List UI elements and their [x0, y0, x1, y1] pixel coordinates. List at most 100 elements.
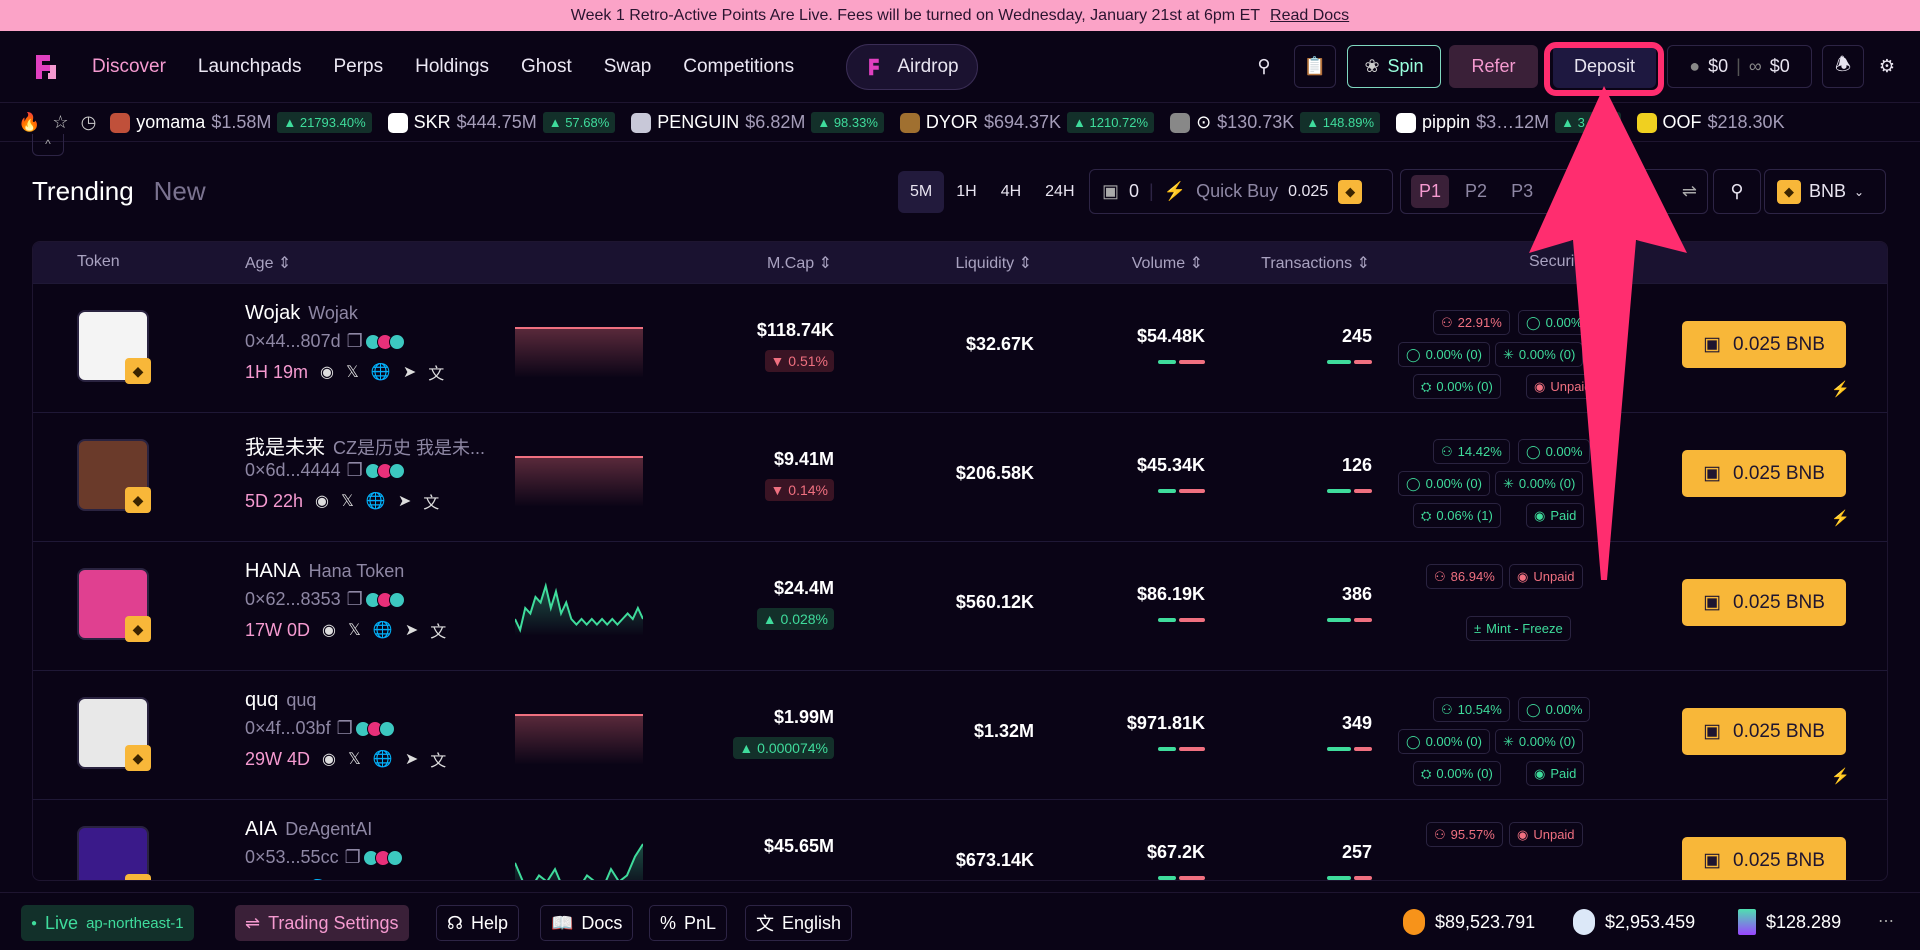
- timeframe-24h[interactable]: 24H: [1033, 171, 1086, 213]
- live-status[interactable]: ● Live ap-northeast-1: [21, 905, 194, 941]
- security-badge-mint[interactable]: ± Mint - Freeze: [1466, 616, 1571, 641]
- security-badge-dex[interactable]: ◉ Unpaid: [1509, 564, 1583, 589]
- trading-settings-button[interactable]: ⇌ Trading Settings: [235, 905, 409, 941]
- search-token-icon[interactable]: ◉: [322, 620, 336, 640]
- balance-display[interactable]: ● $0 | ∞ $0: [1667, 45, 1812, 88]
- pnl-button[interactable]: % PnL: [649, 905, 728, 941]
- ticker-item[interactable]: pippin $3…12M ▲ 3.06%: [1396, 112, 1621, 133]
- translate-icon[interactable]: 文: [365, 876, 381, 880]
- security-badge-chef[interactable]: ◯ 0.00%: [1518, 310, 1591, 335]
- token-name[interactable]: quq quq: [245, 689, 316, 712]
- globe-icon[interactable]: 🌐: [371, 362, 391, 382]
- quick-buy-amount[interactable]: 0.025: [1288, 183, 1328, 201]
- col-volume[interactable]: Volume ⇕: [1132, 253, 1203, 273]
- x-icon[interactable]: 𝕏: [348, 749, 361, 769]
- telegram-icon[interactable]: ➤: [405, 620, 418, 640]
- globe-icon[interactable]: 🌐: [366, 491, 386, 511]
- ticker-item[interactable]: DYOR $694.37K ▲ 1210.72%: [899, 112, 1155, 133]
- security-badge-dex[interactable]: ◉ Paid: [1526, 761, 1585, 786]
- table-row[interactable]: ◆ Wojak Wojak 0×44...807d ❐ 1H 19m ◉ 𝕏 🌐 ➤ 文 $1…: [33, 283, 1887, 412]
- security-badge-insider[interactable]: ⛭ 0.00% (0): [1413, 374, 1501, 399]
- security-badge-top[interactable]: ⚇ 10.54%: [1433, 697, 1510, 722]
- telegram-icon[interactable]: ➤: [403, 362, 416, 382]
- timeframe-1h[interactable]: 1H: [944, 171, 988, 213]
- quick-buy-button[interactable]: ▣ 0.025 BNB: [1682, 450, 1846, 497]
- timeframe-5m[interactable]: 5M: [898, 171, 945, 213]
- fire-icon[interactable]: 🔥: [18, 112, 40, 133]
- x-icon[interactable]: 𝕏: [348, 620, 361, 640]
- wallet-icon[interactable]: ▣: [1102, 181, 1119, 202]
- nav-holdings[interactable]: Holdings: [415, 56, 489, 78]
- quick-buy-button[interactable]: ▣ 0.025 BNB: [1682, 321, 1846, 368]
- col-age[interactable]: Age ⇕: [245, 253, 291, 273]
- ticker-item[interactable]: OOF $218.30K: [1636, 112, 1785, 133]
- table-row[interactable]: ◆ 我是未来 CZ是历史 我是未... 0×6d...4444 ❐ 5D 22h ◉ 𝕏…: [33, 412, 1887, 541]
- security-badge-chef[interactable]: ◯ 0.00%: [1518, 697, 1591, 722]
- quick-buy-button[interactable]: ▣ 0.025 BNB: [1682, 708, 1846, 755]
- security-badge-dex[interactable]: ◉ Paid: [1526, 503, 1585, 528]
- filter-icon[interactable]: ⇌: [1682, 181, 1697, 202]
- copy-icon[interactable]: ❐: [337, 718, 353, 739]
- logo-icon[interactable]: [30, 51, 62, 83]
- language-button[interactable]: 文 English: [745, 905, 853, 941]
- quick-buy-button[interactable]: ▣ 0.025 BNB: [1682, 579, 1846, 626]
- token-name[interactable]: HANA Hana Token: [245, 560, 404, 583]
- help-button[interactable]: ☊ Help: [436, 905, 520, 941]
- globe-icon[interactable]: 🌐: [373, 620, 393, 640]
- star-icon[interactable]: ☆: [52, 112, 68, 133]
- notification-bell-icon[interactable]: 🕭: [1822, 45, 1864, 88]
- nav-launchpads[interactable]: Launchpads: [198, 56, 302, 78]
- more-icon[interactable]: ⋯: [1878, 911, 1894, 931]
- clock-icon[interactable]: ◷: [81, 112, 97, 133]
- table-row[interactable]: ◆ HANA Hana Token 0×62...8353 ❐ 17W 0D ◉ 𝕏 🌐 ➤…: [33, 541, 1887, 670]
- security-badge-top[interactable]: ⚇ 95.57%: [1426, 822, 1503, 847]
- lightning-icon[interactable]: ⚡: [1831, 509, 1850, 527]
- telegram-icon[interactable]: ➤: [405, 749, 418, 769]
- ticker-item[interactable]: PENGUIN $6.82M ▲ 98.33%: [631, 112, 884, 133]
- translate-icon[interactable]: 文: [423, 489, 439, 513]
- search-icon[interactable]: ⚲: [1248, 45, 1280, 88]
- ticker-item[interactable]: ⊙ $130.73K ▲ 148.89%: [1170, 112, 1381, 133]
- col-transactions[interactable]: Transactions ⇕: [1261, 253, 1370, 273]
- security-badge-target[interactable]: ◯ 0.00% (0): [1398, 342, 1490, 367]
- security-badge-top[interactable]: ⚇ 86.94%: [1426, 564, 1503, 589]
- copy-icon[interactable]: ❐: [347, 589, 363, 610]
- x-icon[interactable]: 𝕏: [341, 491, 354, 511]
- copy-icon[interactable]: ❐: [345, 847, 361, 868]
- preset-p1[interactable]: P1: [1411, 175, 1450, 208]
- security-badge-snipe[interactable]: ✳ 0.00% (0): [1495, 729, 1584, 754]
- quick-buy-button[interactable]: ▣ 0.025 BNB: [1682, 837, 1846, 880]
- preset-p2[interactable]: P2: [1457, 175, 1495, 208]
- col-mcap[interactable]: M.Cap ⇕: [767, 253, 832, 273]
- table-row[interactable]: ◆ quq quq 0×4f...03bf ❐ 29W 4D ◉ 𝕏 🌐 ➤ 文 $1.99M…: [33, 670, 1887, 799]
- nav-ghost[interactable]: Ghost: [521, 56, 572, 78]
- copy-icon[interactable]: ❐: [347, 331, 363, 352]
- security-badge-snipe[interactable]: ✳ 0.00% (0): [1495, 342, 1584, 367]
- search-token-icon[interactable]: ◉: [320, 362, 334, 382]
- security-badge-g-top[interactable]: ⚇ 22.91%: [1433, 310, 1510, 335]
- translate-icon[interactable]: 文: [430, 618, 446, 642]
- search-token-icon[interactable]: ◉: [257, 878, 271, 880]
- airdrop-button[interactable]: Airdrop: [846, 44, 978, 90]
- x-icon[interactable]: 𝕏: [346, 362, 359, 382]
- search-token-icon[interactable]: ◉: [315, 491, 329, 511]
- security-badge-target[interactable]: ◯ 0.00% (0): [1398, 729, 1490, 754]
- timeframe-4h[interactable]: 4H: [989, 171, 1033, 213]
- x-icon[interactable]: 𝕏: [283, 878, 296, 880]
- nav-swap[interactable]: Swap: [604, 56, 652, 78]
- chain-select[interactable]: ◆ BNB ⌄: [1764, 169, 1886, 214]
- tab-trending[interactable]: Trending: [32, 176, 134, 207]
- spin-button[interactable]: ❀ Spin: [1347, 45, 1441, 88]
- deposit-button[interactable]: Deposit: [1553, 45, 1656, 88]
- security-badge-top[interactable]: ⚇ 14.42%: [1433, 439, 1510, 464]
- user-settings-icon[interactable]: ⚙: [1870, 45, 1904, 88]
- ticker-item[interactable]: yomama $1.58M ▲ 21793.40%: [110, 112, 372, 133]
- token-name[interactable]: 我是未来 CZ是历史 我是未...: [245, 431, 485, 460]
- refer-button[interactable]: Refer: [1449, 45, 1538, 88]
- telegram-icon[interactable]: ➤: [340, 878, 353, 880]
- security-badge-insider[interactable]: ⛭ 0.06% (1): [1413, 503, 1501, 528]
- table-row[interactable]: ◆ AIA DeAgentAI 0×53...55cc ❐ ◉ 𝕏 🌐 ➤ 文 $45.65…: [33, 799, 1887, 880]
- security-badge-target[interactable]: ◯ 0.00% (0): [1398, 471, 1490, 496]
- search-token-icon[interactable]: ⚲: [1713, 169, 1761, 214]
- token-avatar[interactable]: [77, 826, 149, 880]
